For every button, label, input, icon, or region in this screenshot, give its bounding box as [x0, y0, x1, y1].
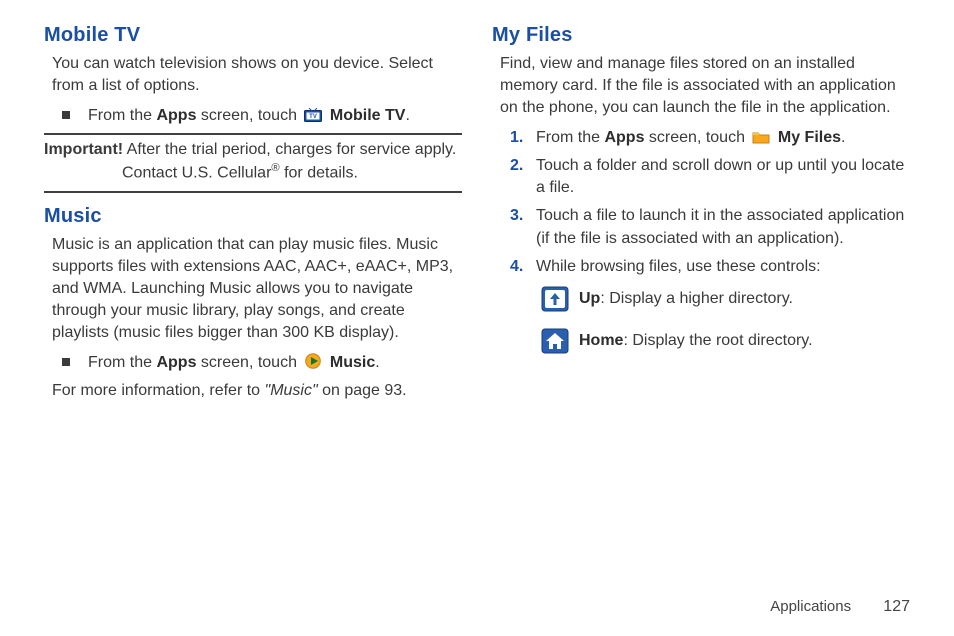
- mobile-tv-intro: You can watch television shows on you de…: [52, 53, 462, 97]
- apps-label: Apps: [156, 354, 196, 371]
- home-icon: [541, 328, 569, 354]
- important-label: Important!: [44, 141, 123, 158]
- step-number: 3.: [510, 205, 532, 227]
- music-more-info: For more information, refer to "Music" o…: [52, 380, 462, 402]
- step-number: 4.: [510, 256, 532, 278]
- home-label: Home: [579, 332, 623, 349]
- text-fragment: : Display the root directory.: [623, 332, 812, 349]
- text-fragment: From the: [88, 107, 156, 124]
- music-bullet-text: From the Apps screen, touch Music.: [88, 352, 462, 374]
- step-4-text: While browsing files, use these controls…: [536, 256, 910, 278]
- page-footer: Applications 127: [770, 598, 910, 616]
- step-1-text: From the Apps screen, touch My Files.: [536, 127, 910, 149]
- mobile-tv-icon: TV: [304, 108, 322, 122]
- text-fragment: .: [375, 354, 379, 371]
- text-fragment: screen, touch: [196, 107, 301, 124]
- divider: [44, 191, 462, 193]
- step-number: 2.: [510, 155, 532, 177]
- important-note: Important! After the trial period, charg…: [44, 139, 462, 184]
- registered-mark: ®: [271, 162, 279, 174]
- text-fragment: Contact U.S. Cellular: [122, 165, 271, 182]
- control-home: Home: Display the root directory.: [538, 328, 910, 354]
- text-fragment: screen, touch: [196, 354, 301, 371]
- text-fragment: on page 93.: [318, 382, 407, 399]
- document-page: Mobile TV You can watch television shows…: [0, 0, 954, 636]
- text-fragment: screen, touch: [644, 129, 749, 146]
- square-bullet-icon: [62, 111, 70, 119]
- step-3: 3. Touch a file to launch it in the asso…: [510, 205, 910, 249]
- music-intro: Music is an application that can play mu…: [52, 234, 462, 344]
- my-files-app-label: My Files: [778, 129, 841, 146]
- cross-reference: "Music": [265, 382, 318, 399]
- mobile-tv-bullet: From the Apps screen, touch TV Mobile TV…: [62, 105, 462, 127]
- step-number: 1.: [510, 127, 532, 149]
- left-column: Mobile TV You can watch television shows…: [44, 24, 462, 616]
- step-3-text: Touch a file to launch it in the associa…: [536, 205, 910, 249]
- up-label: Up: [579, 290, 600, 307]
- music-app-label: Music: [330, 354, 375, 371]
- important-line2: Contact U.S. Cellular® for details.: [122, 161, 462, 184]
- music-bullet: From the Apps screen, touch Music.: [62, 352, 462, 374]
- text-fragment: for details.: [280, 165, 358, 182]
- control-up-text: Up: Display a higher directory.: [579, 290, 793, 308]
- svg-text:TV: TV: [310, 114, 318, 120]
- text-fragment: .: [841, 129, 845, 146]
- step-4: 4. While browsing files, use these contr…: [510, 256, 910, 278]
- mobile-tv-bullet-text: From the Apps screen, touch TV Mobile TV…: [88, 105, 462, 127]
- text-fragment: From the: [536, 129, 604, 146]
- text-fragment: For more information, refer to: [52, 382, 265, 399]
- mobile-tv-app-label: Mobile TV: [330, 107, 406, 124]
- text-fragment: : Display a higher directory.: [600, 290, 793, 307]
- text-fragment: From the: [88, 354, 156, 371]
- divider: [44, 133, 462, 135]
- control-up: Up: Display a higher directory.: [538, 286, 910, 312]
- folder-icon: [752, 130, 770, 144]
- step-2: 2. Touch a folder and scroll down or up …: [510, 155, 910, 199]
- heading-mobile-tv: Mobile TV: [44, 24, 462, 47]
- square-bullet-icon: [62, 358, 70, 366]
- apps-label: Apps: [604, 129, 644, 146]
- step-1: 1. From the Apps screen, touch My Files.: [510, 127, 910, 149]
- up-icon: [541, 286, 569, 312]
- controls-list: Up: Display a higher directory. Home: Di…: [538, 286, 910, 354]
- apps-label: Apps: [156, 107, 196, 124]
- important-line1: After the trial period, charges for serv…: [123, 141, 456, 158]
- step-2-text: Touch a folder and scroll down or up unt…: [536, 155, 910, 199]
- two-column-layout: Mobile TV You can watch television shows…: [44, 24, 910, 616]
- heading-music: Music: [44, 205, 462, 228]
- my-files-intro: Find, view and manage files stored on an…: [500, 53, 910, 119]
- page-number: 127: [883, 598, 910, 615]
- heading-my-files: My Files: [492, 24, 910, 47]
- text-fragment: .: [405, 107, 409, 124]
- control-home-text: Home: Display the root directory.: [579, 332, 813, 350]
- music-icon: [304, 354, 322, 368]
- footer-section: Applications: [770, 598, 851, 615]
- right-column: My Files Find, view and manage files sto…: [492, 24, 910, 616]
